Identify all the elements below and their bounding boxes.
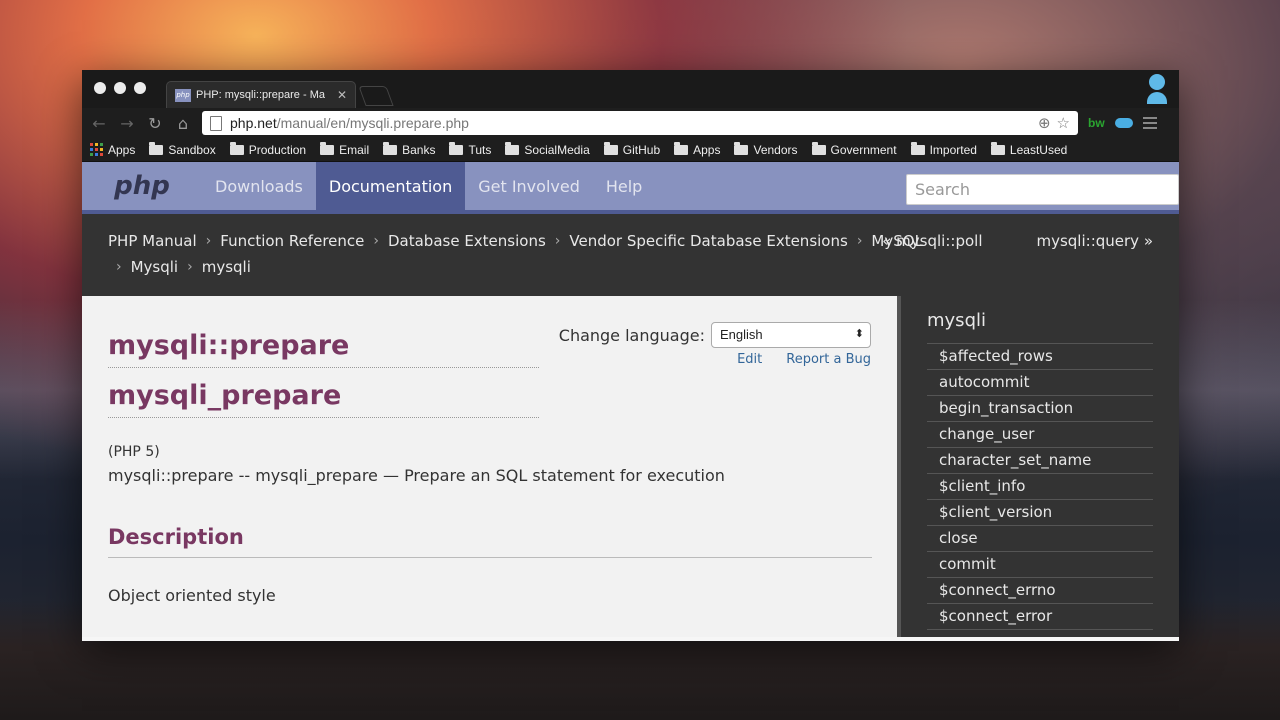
zoom-window-button[interactable] xyxy=(134,82,146,94)
reload-icon[interactable]: ↻ xyxy=(146,114,164,133)
chevron-right-icon: › xyxy=(116,259,122,275)
change-language-label: Change language: xyxy=(558,325,705,345)
sidebar-title[interactable]: mysqli xyxy=(927,310,1153,344)
style-label: Object oriented style xyxy=(108,586,276,605)
nav-documentation[interactable]: Documentation xyxy=(315,162,466,210)
profile-icon[interactable] xyxy=(1147,74,1167,104)
tab-title: PHP: mysqli::prepare - Ma xyxy=(196,89,325,101)
edit-link[interactable]: Edit xyxy=(737,352,762,367)
page-title-alias: mysqli_prepare xyxy=(108,376,539,418)
next-page-link[interactable]: mysqli::query » xyxy=(1036,228,1153,254)
description-heading: Description xyxy=(108,525,872,558)
breadcrumb-item[interactable]: PHP Manual xyxy=(108,228,197,254)
folder-icon xyxy=(734,141,749,155)
folder-icon xyxy=(674,141,689,155)
chevron-right-icon: › xyxy=(373,233,379,249)
main-content: Change language: English Edit Report a B… xyxy=(82,296,901,637)
close-tab-icon[interactable]: ✕ xyxy=(337,88,347,102)
bw-extension-icon[interactable]: bw xyxy=(1088,116,1105,130)
folder-icon xyxy=(990,141,1005,155)
nav-get-involved[interactable]: Get Involved xyxy=(465,162,593,210)
language-select[interactable]: English xyxy=(711,322,871,348)
bookmark-folder[interactable]: Vendors xyxy=(734,141,798,157)
folder-icon xyxy=(449,141,464,155)
window-controls xyxy=(94,82,146,94)
zoom-icon[interactable]: ⊕ xyxy=(1038,114,1051,132)
bookmark-folder[interactable]: GitHub xyxy=(603,141,660,157)
chevron-right-icon: › xyxy=(856,233,863,249)
breadcrumb: PHP Manual › Function Reference › Databa… xyxy=(82,214,1179,296)
function-purpose: mysqli::prepare -- mysqli_prepare — Prep… xyxy=(108,466,725,485)
minimize-window-button[interactable] xyxy=(114,82,126,94)
version-info: (PHP 5) xyxy=(108,444,160,460)
search-input[interactable]: Search xyxy=(906,174,1179,205)
bookmark-folder[interactable]: Tuts xyxy=(449,141,491,157)
bookmark-folder[interactable]: Email xyxy=(320,141,369,157)
cloud-extension-icon[interactable] xyxy=(1114,118,1133,128)
bookmark-folder[interactable]: Production xyxy=(229,141,306,157)
page-title: mysqli::prepare xyxy=(108,326,539,368)
folder-icon xyxy=(910,141,925,155)
breadcrumb-item[interactable]: Function Reference xyxy=(220,228,364,254)
breadcrumb-item[interactable]: mysqli xyxy=(202,254,251,280)
chevron-right-icon: › xyxy=(205,233,212,249)
home-icon[interactable]: ⌂ xyxy=(174,114,192,133)
sidebar-item[interactable]: close xyxy=(927,526,1153,552)
php-favicon-icon: php xyxy=(175,88,191,102)
prev-page-link[interactable]: « mysqli::poll xyxy=(882,228,982,254)
forward-icon[interactable]: → xyxy=(118,114,136,133)
php-menu: Downloads Documentation Get Involved Hel… xyxy=(202,162,655,210)
folder-icon xyxy=(149,141,164,155)
sidebar-item[interactable]: commit xyxy=(927,552,1153,578)
sidebar-item[interactable]: $client_info xyxy=(927,474,1153,500)
address-bar[interactable]: php.net/manual/en/mysqli.prepare.php ⊕ ☆ xyxy=(202,111,1078,135)
report-bug-link[interactable]: Report a Bug xyxy=(786,352,871,367)
browser-toolbar: ← → ↻ ⌂ php.net/manual/en/mysqli.prepare… xyxy=(82,108,1179,138)
close-window-button[interactable] xyxy=(94,82,106,94)
sidebar-item[interactable]: character_set_name xyxy=(927,448,1153,474)
new-tab-button[interactable] xyxy=(358,86,394,106)
bookmark-folder[interactable]: Government xyxy=(811,141,897,157)
browser-tab[interactable]: php PHP: mysqli::prepare - Ma ✕ xyxy=(166,81,356,108)
bookmark-apps[interactable]: Apps xyxy=(90,143,135,157)
breadcrumb-item[interactable]: Database Extensions xyxy=(388,228,546,254)
back-icon[interactable]: ← xyxy=(90,114,108,133)
bookmarks-bar: Apps Sandbox Production Email Banks Tuts… xyxy=(82,138,1179,162)
folder-icon xyxy=(603,141,618,155)
folder-icon xyxy=(505,141,520,155)
bookmark-star-icon[interactable]: ☆ xyxy=(1057,114,1070,132)
breadcrumb-item[interactable]: Vendor Specific Database Extensions xyxy=(569,228,847,254)
php-logo[interactable]: php xyxy=(82,162,202,210)
sidebar-item[interactable]: $client_version xyxy=(927,500,1153,526)
chevron-right-icon: › xyxy=(187,259,193,275)
tab-strip: php PHP: mysqli::prepare - Ma ✕ xyxy=(82,70,1179,108)
page-icon xyxy=(210,115,222,131)
sidebar-item[interactable]: begin_transaction xyxy=(927,396,1153,422)
bookmark-folder[interactable]: Imported xyxy=(910,141,977,157)
bookmark-folder[interactable]: Sandbox xyxy=(149,141,216,157)
nav-help[interactable]: Help xyxy=(593,162,655,210)
bookmark-folder[interactable]: LeastUsed xyxy=(990,141,1067,157)
bookmark-folder[interactable]: SocialMedia xyxy=(505,141,590,157)
menu-icon[interactable] xyxy=(1142,117,1157,129)
nav-downloads[interactable]: Downloads xyxy=(202,162,316,210)
sidebar-item[interactable]: $affected_rows xyxy=(927,344,1153,370)
php-navbar: php Downloads Documentation Get Involved… xyxy=(82,162,1179,214)
folder-icon xyxy=(811,141,826,155)
bookmark-folder[interactable]: Apps xyxy=(674,141,720,157)
folder-icon xyxy=(320,141,335,155)
sidebar-item[interactable]: change_user xyxy=(927,422,1153,448)
folder-icon xyxy=(383,141,398,155)
browser-window: php PHP: mysqli::prepare - Ma ✕ ← → ↻ ⌂ … xyxy=(82,70,1179,641)
url-text[interactable]: php.net/manual/en/mysqli.prepare.php xyxy=(230,115,1030,131)
sidebar-item[interactable]: $connect_error xyxy=(927,604,1153,630)
sidebar-item[interactable]: autocommit xyxy=(927,370,1153,396)
breadcrumb-item[interactable]: Mysqli xyxy=(131,254,179,280)
apps-grid-icon xyxy=(90,143,103,156)
chevron-right-icon: › xyxy=(554,233,561,249)
folder-icon xyxy=(229,141,244,155)
sidebar: mysqli $affected_rows autocommit begin_t… xyxy=(901,296,1179,637)
bookmark-folder[interactable]: Banks xyxy=(383,141,435,157)
sidebar-item[interactable]: $connect_errno xyxy=(927,578,1153,604)
